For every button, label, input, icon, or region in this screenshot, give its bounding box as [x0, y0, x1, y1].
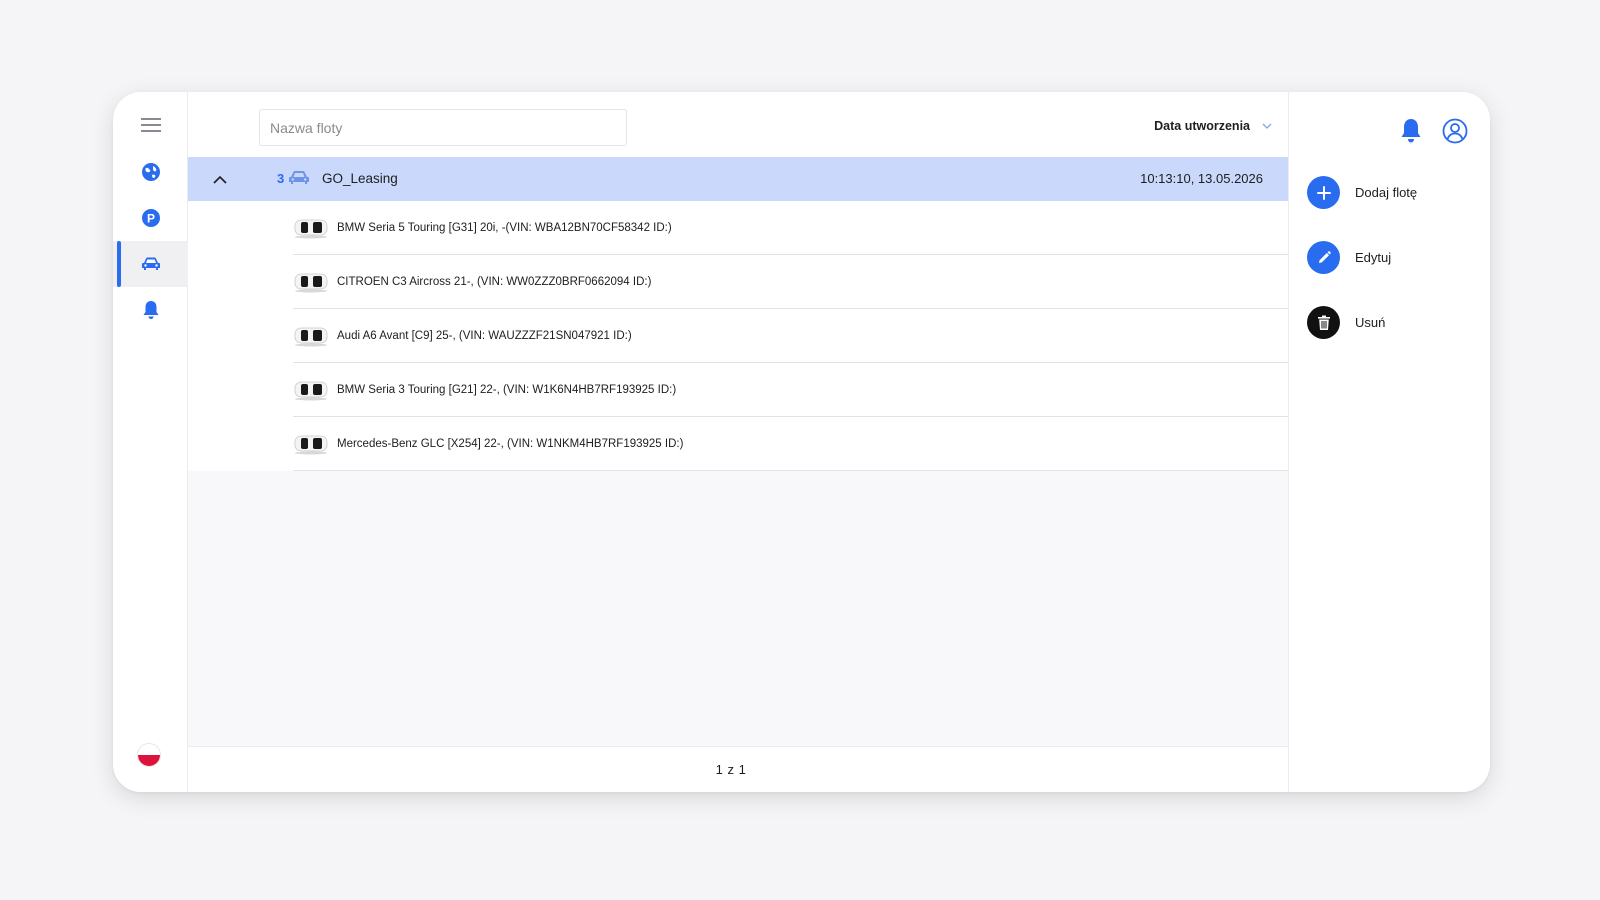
vehicle-label: BMW Seria 3 Touring [G21] 22-, (VIN: W1K… [337, 383, 677, 396]
chevron-up-icon[interactable] [208, 167, 232, 191]
svg-text:P: P [146, 212, 154, 226]
edit-button[interactable]: Edytuj [1307, 241, 1391, 274]
trash-icon [1307, 306, 1340, 339]
vehicle-row[interactable]: BMW Seria 3 Touring [G21] 22-, (VIN: W1K… [293, 363, 1288, 417]
vehicle-row[interactable]: CITROEN C3 Aircross 21-, (VIN: WW0ZZZ0BR… [293, 255, 1288, 309]
pencil-icon [1307, 241, 1340, 274]
main-panel: Data utworzenia 3 GO_Leasing 10:13:10, 1… [188, 92, 1288, 792]
vehicle-thumbnail-icon [294, 435, 328, 454]
vehicle-label: Mercedes-Benz GLC [X254] 22-, (VIN: W1NK… [337, 437, 684, 450]
user-account-icon[interactable] [1442, 118, 1468, 144]
vehicle-row[interactable]: Mercedes-Benz GLC [X254] 22-, (VIN: W1NK… [293, 417, 1288, 471]
fleet-name-search-input[interactable] [259, 109, 627, 146]
parking-icon: P [141, 209, 160, 227]
car-icon [289, 171, 309, 184]
pagination-bar: 1 z 1 [188, 746, 1288, 792]
globe-icon [141, 163, 160, 181]
vehicle-thumbnail-icon [294, 327, 328, 346]
flag-poland-icon[interactable] [138, 744, 160, 766]
nav-item-fleet[interactable] [113, 241, 188, 287]
vehicle-thumbnail-icon [294, 381, 328, 400]
vehicle-label: CITROEN C3 Aircross 21-, (VIN: WW0ZZZ0BR… [337, 275, 652, 288]
nav-item-map[interactable] [113, 149, 188, 195]
delete-label: Usuń [1355, 315, 1386, 330]
edit-label: Edytuj [1355, 250, 1392, 265]
plus-icon [1307, 176, 1340, 209]
pagination-text: 1 z 1 [715, 762, 747, 777]
car-icon [141, 257, 160, 270]
bell-icon [143, 301, 158, 319]
fleet-vehicle-count: 3 [277, 171, 285, 186]
nav-rail: P [113, 92, 188, 792]
vehicle-label: Audi A6 Avant [C9] 25-, (VIN: WAUZZZF21S… [337, 329, 632, 342]
chevron-down-icon [1262, 123, 1272, 129]
sort-dropdown[interactable]: Data utworzenia [1154, 114, 1272, 138]
add-fleet-button[interactable]: Dodaj flotę [1307, 176, 1417, 209]
bell-icon[interactable] [1400, 118, 1422, 144]
delete-button[interactable]: Usuń [1307, 306, 1385, 339]
fleet-created-date: 10:13:10, 13.05.2026 [1140, 171, 1263, 186]
fleet-row-selected[interactable]: 3 GO_Leasing 10:13:10, 13.05.2026 [188, 157, 1288, 201]
actions-panel: Dodaj flotę Edytuj Usuń [1288, 92, 1490, 792]
toolbar: Data utworzenia [188, 92, 1288, 157]
vehicle-row[interactable]: Audi A6 Avant [C9] 25-, (VIN: WAUZZZF21S… [293, 309, 1288, 363]
add-fleet-label: Dodaj flotę [1355, 185, 1418, 200]
vehicle-label: BMW Seria 5 Touring [G31] 20i, -(VIN: WB… [337, 221, 672, 234]
vehicle-list: BMW Seria 5 Touring [G31] 20i, -(VIN: WB… [188, 201, 1288, 471]
nav-item-notifications[interactable] [113, 287, 188, 333]
fleet-name: GO_Leasing [322, 171, 398, 186]
hamburger-menu-icon[interactable] [113, 102, 188, 148]
vehicle-row[interactable]: BMW Seria 5 Touring [G31] 20i, -(VIN: WB… [293, 201, 1288, 255]
top-icons [1400, 118, 1468, 144]
app-window: P Data utworzenia [113, 92, 1490, 792]
vehicle-thumbnail-icon [294, 273, 328, 292]
nav-item-parking[interactable]: P [113, 195, 188, 241]
sort-dropdown-label: Data utworzenia [1154, 119, 1250, 133]
vehicle-thumbnail-icon [294, 219, 328, 238]
